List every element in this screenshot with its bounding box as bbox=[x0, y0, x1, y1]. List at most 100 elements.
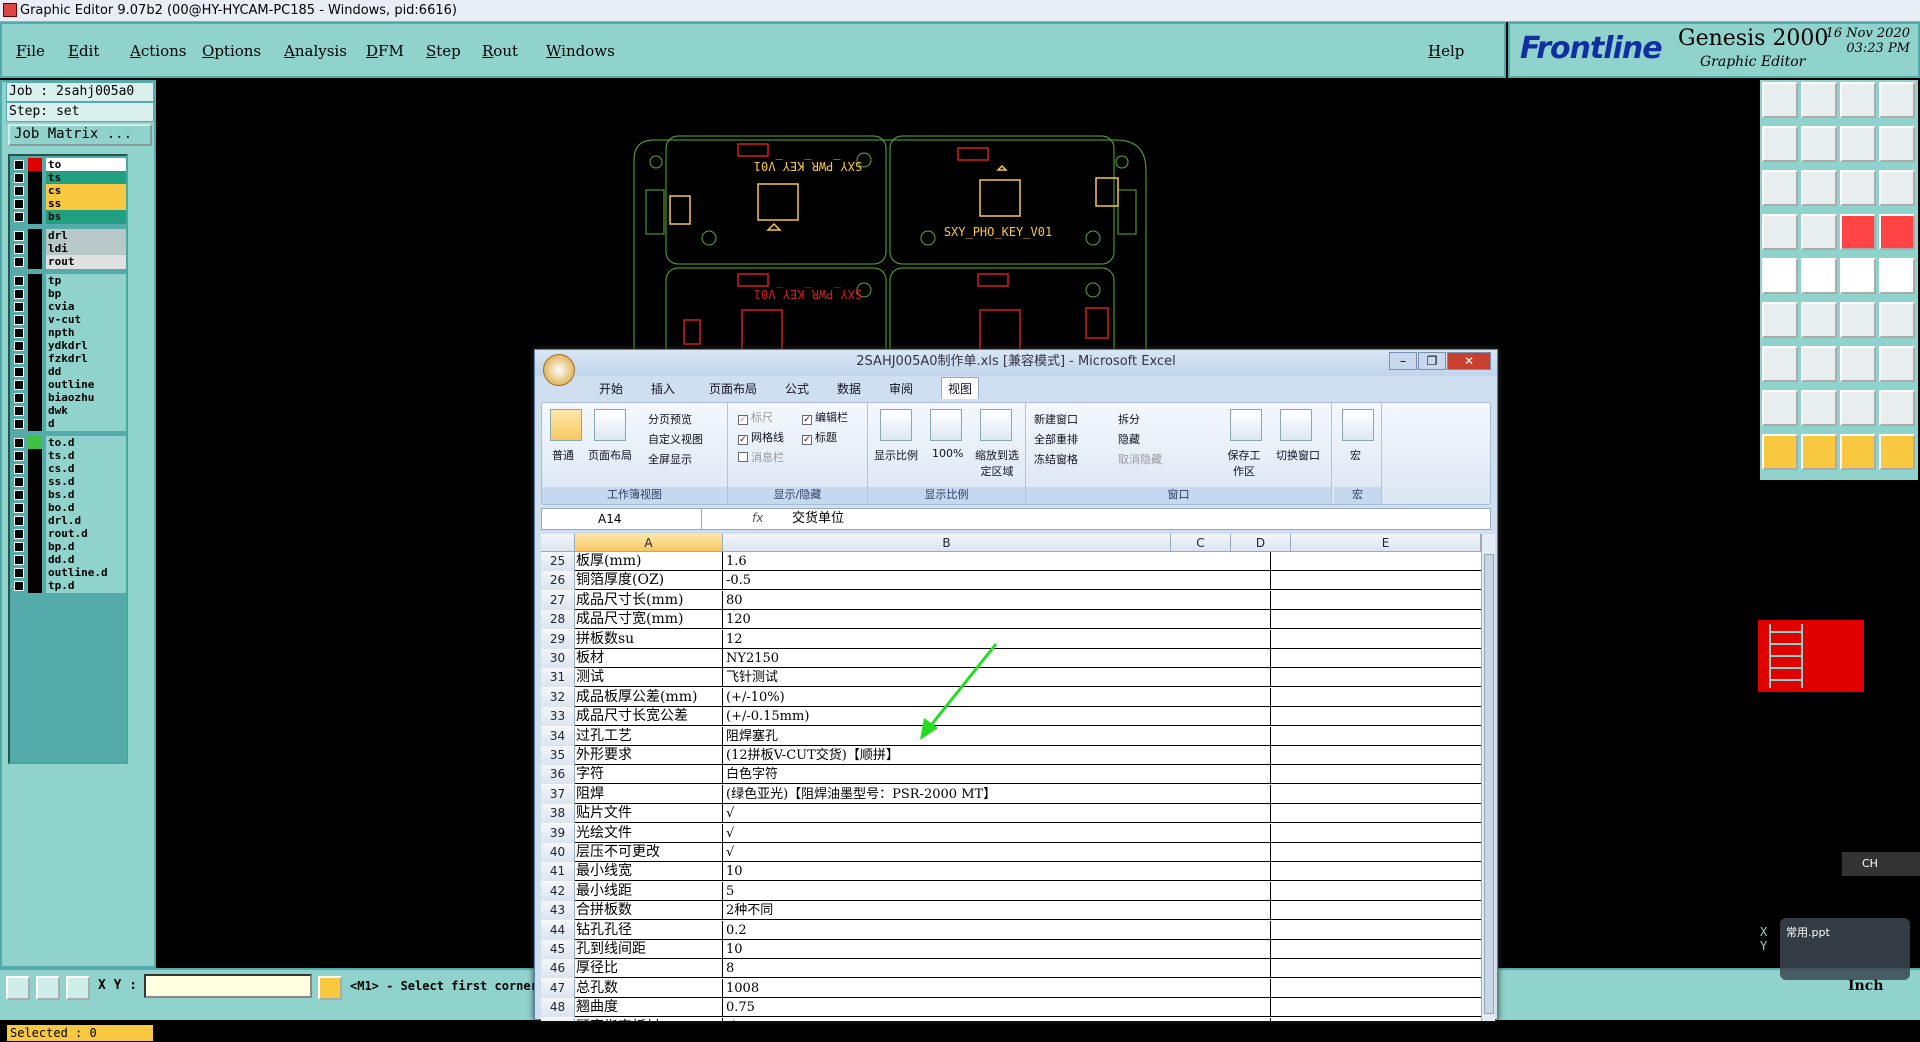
layer-row[interactable]: v-cut bbox=[12, 313, 127, 327]
layer-color-swatch[interactable] bbox=[28, 436, 42, 450]
cell-a[interactable]: 层压不可更改 bbox=[575, 843, 723, 862]
cell-a[interactable]: 最小线宽 bbox=[575, 862, 723, 882]
cell-b[interactable]: 白色字符 bbox=[723, 765, 1271, 785]
layer-color-swatch[interactable] bbox=[28, 514, 42, 528]
tab-insert[interactable]: 插入 bbox=[651, 380, 675, 397]
column-header-b[interactable]: B bbox=[723, 534, 1171, 552]
layer-checkbox[interactable] bbox=[14, 451, 24, 461]
layer-color-swatch[interactable] bbox=[28, 475, 42, 489]
tool-button-icon[interactable] bbox=[1762, 214, 1798, 250]
layer-color-swatch[interactable] bbox=[28, 326, 42, 340]
cell-a[interactable]: 光绘文件 bbox=[575, 823, 723, 843]
zoom-selection-icon[interactable] bbox=[980, 409, 1012, 441]
cell-a[interactable]: 合拼板数 bbox=[575, 901, 723, 921]
column-header-d[interactable]: D bbox=[1231, 534, 1291, 552]
layer-checkbox[interactable] bbox=[14, 438, 24, 448]
layer-checkbox[interactable] bbox=[14, 406, 24, 416]
tool-button-icon[interactable] bbox=[1879, 214, 1915, 250]
zoom100-button[interactable]: 100% bbox=[932, 447, 963, 460]
layer-row[interactable]: cs bbox=[12, 184, 127, 198]
job-matrix-button[interactable]: Job Matrix ... bbox=[8, 124, 152, 146]
layer-color-swatch[interactable] bbox=[28, 501, 42, 515]
layer-checkbox[interactable] bbox=[14, 367, 24, 377]
grid-tool-icon[interactable] bbox=[66, 976, 90, 1000]
layer-row[interactable]: rout.d bbox=[12, 527, 127, 541]
page-layout-button[interactable]: 页面布局 bbox=[588, 447, 632, 463]
column-header-e[interactable]: E bbox=[1291, 534, 1481, 552]
save-workspace-button[interactable]: 保存工作区 bbox=[1224, 447, 1264, 479]
layer-checkbox[interactable] bbox=[14, 503, 24, 513]
tool-button-icon[interactable] bbox=[1879, 258, 1915, 294]
layer-checkbox[interactable] bbox=[14, 289, 24, 299]
layer-row[interactable]: ss.d bbox=[12, 475, 127, 489]
tool-button-icon[interactable] bbox=[1762, 82, 1798, 118]
cell-a[interactable]: 成品尺寸长(mm) bbox=[575, 590, 723, 610]
cell-a[interactable]: 测试 bbox=[575, 668, 723, 688]
menu-options[interactable]: Options bbox=[202, 42, 261, 60]
cell-a[interactable]: 阻焊 bbox=[575, 784, 723, 804]
tool-button-icon[interactable] bbox=[1879, 170, 1915, 206]
cell-a[interactable]: 翘曲度 bbox=[575, 998, 723, 1018]
layer-color-swatch[interactable] bbox=[28, 417, 42, 431]
tool-button-icon[interactable] bbox=[1840, 170, 1876, 206]
xy-input[interactable] bbox=[144, 974, 312, 998]
tool-button-icon[interactable] bbox=[1879, 82, 1915, 118]
layer-row[interactable]: bp.d bbox=[12, 540, 127, 554]
alert-icon[interactable] bbox=[318, 976, 342, 1000]
layer-color-swatch[interactable] bbox=[28, 287, 42, 301]
tab-formulas[interactable]: 公式 bbox=[785, 380, 809, 397]
layer-checkbox[interactable] bbox=[14, 160, 24, 170]
layer-checkbox[interactable] bbox=[14, 568, 24, 578]
vertical-scrollbar[interactable] bbox=[1481, 534, 1495, 1021]
layer-checkbox[interactable] bbox=[14, 380, 24, 390]
freeze-panes-button[interactable]: 冻结窗格 bbox=[1034, 451, 1078, 467]
layer-checkbox[interactable] bbox=[14, 464, 24, 474]
view-overview[interactable] bbox=[1758, 620, 1864, 692]
row-header[interactable]: 42 bbox=[541, 881, 575, 901]
sheet-row[interactable]: 39 光绘文件 √ bbox=[541, 823, 1481, 843]
layer-color-swatch[interactable] bbox=[28, 197, 42, 211]
tool-button-icon[interactable] bbox=[1801, 214, 1837, 250]
tool-button-icon[interactable] bbox=[1801, 258, 1837, 294]
layer-row[interactable]: bs.d bbox=[12, 488, 127, 502]
split-button[interactable]: 拆分 bbox=[1118, 411, 1140, 427]
tab-review[interactable]: 审阅 bbox=[889, 380, 913, 397]
layer-row[interactable]: cvia bbox=[12, 300, 127, 314]
page-layout-icon[interactable] bbox=[594, 409, 626, 441]
zoom100-icon[interactable] bbox=[930, 409, 962, 441]
measure-tool-icon[interactable] bbox=[36, 976, 60, 1000]
sheet-row[interactable]: 48 翘曲度 0.75 bbox=[541, 998, 1481, 1018]
row-header[interactable]: 25 bbox=[541, 552, 575, 571]
formula-input[interactable]: 交货单位 bbox=[792, 509, 844, 529]
layer-checkbox[interactable] bbox=[14, 490, 24, 500]
cell-b[interactable]: 2种不同 bbox=[723, 901, 1271, 921]
layer-color-swatch[interactable] bbox=[28, 339, 42, 353]
row-header[interactable]: 35 bbox=[541, 746, 575, 765]
row-header[interactable]: 48 bbox=[541, 998, 575, 1018]
cell-a[interactable]: 贴片文件 bbox=[575, 804, 723, 824]
sheet-row[interactable]: 27 成品尺寸长(mm) 80 bbox=[541, 590, 1481, 610]
cell-b[interactable]: 0.2 bbox=[723, 920, 1271, 940]
row-header[interactable]: 27 bbox=[541, 590, 575, 610]
custom-views-button[interactable]: 自定义视图 bbox=[648, 431, 703, 447]
layer-row[interactable]: drl bbox=[12, 229, 127, 243]
layer-row[interactable]: bo.d bbox=[12, 501, 127, 515]
tool-button-icon[interactable] bbox=[1879, 346, 1915, 382]
fx-icon[interactable]: fx bbox=[752, 511, 763, 525]
layer-color-swatch[interactable] bbox=[28, 300, 42, 314]
cell-b[interactable]: 1.6 bbox=[723, 552, 1271, 571]
tool-button-icon[interactable] bbox=[1801, 302, 1837, 338]
layer-color-swatch[interactable] bbox=[28, 210, 42, 224]
sheet-row[interactable]: 40 层压不可更改 √ bbox=[541, 843, 1481, 862]
layer-checkbox[interactable] bbox=[14, 315, 24, 325]
sheet-row[interactable]: 36 字符 白色字符 bbox=[541, 765, 1481, 785]
tool-button-icon[interactable] bbox=[1879, 434, 1915, 470]
layer-color-swatch[interactable] bbox=[28, 540, 42, 554]
row-header[interactable]: 31 bbox=[541, 668, 575, 688]
menu-windows[interactable]: Windows bbox=[546, 42, 615, 60]
tool-button-icon[interactable] bbox=[1762, 434, 1798, 470]
select-all-corner[interactable] bbox=[541, 534, 575, 552]
normal-view-button[interactable]: 普通 bbox=[552, 447, 574, 463]
tool-button-icon[interactable] bbox=[1879, 302, 1915, 338]
layer-color-swatch[interactable] bbox=[28, 352, 42, 366]
